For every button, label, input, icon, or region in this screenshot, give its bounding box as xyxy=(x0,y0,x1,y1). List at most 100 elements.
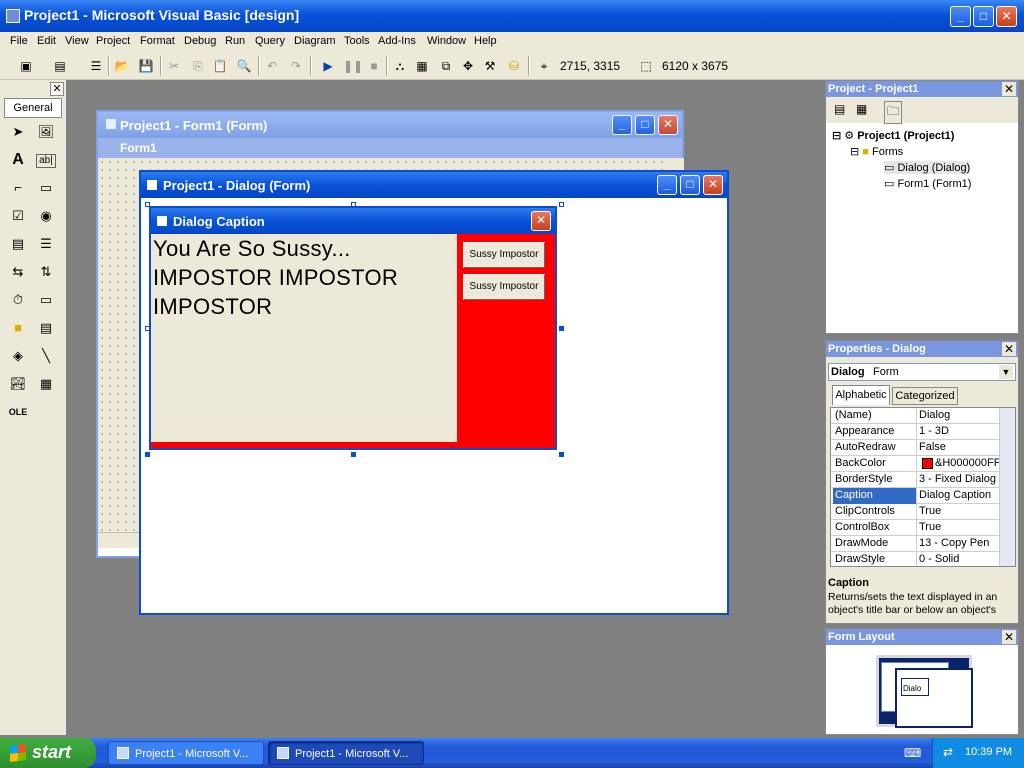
property-row[interactable]: Appearance 1 - 3D xyxy=(831,424,1015,440)
view-code-icon[interactable]: ▤ xyxy=(834,102,845,116)
property-grid-scrollbar[interactable] xyxy=(999,408,1015,566)
menu-help[interactable]: Help xyxy=(474,35,497,47)
object-browser-icon[interactable]: ✥ xyxy=(460,58,476,74)
property-row-selected[interactable]: Caption Dialog Caption xyxy=(831,488,1015,504)
end-icon[interactable]: ■ xyxy=(366,58,382,74)
open-project-icon[interactable]: 📂 xyxy=(114,58,130,74)
maximize-button[interactable]: □ xyxy=(973,6,994,27)
picturebox-tool-icon[interactable]: 🖼 xyxy=(36,122,56,142)
resize-handle[interactable] xyxy=(559,452,564,457)
resize-handle[interactable] xyxy=(145,326,150,331)
menu-format[interactable]: Format xyxy=(140,35,175,47)
tab-categorized[interactable]: Categorized xyxy=(892,387,958,405)
minimize-button[interactable]: _ xyxy=(950,6,971,27)
drivelistbox-tool-icon[interactable]: ▭ xyxy=(36,290,56,310)
menu-diagram[interactable]: Diagram xyxy=(294,35,336,47)
line-tool-icon[interactable]: ╲ xyxy=(36,346,56,366)
start-button[interactable]: start xyxy=(0,738,96,768)
frame-tool-icon[interactable]: ⌐ xyxy=(8,178,28,198)
tab-alphabetic[interactable]: Alphabetic xyxy=(832,385,890,405)
menu-edit[interactable]: Edit xyxy=(37,35,56,47)
vscrollbar-tool-icon[interactable]: ⇅ xyxy=(36,262,56,282)
project-tree-root[interactable]: ⊟ ⚙ Project1 (Project1) xyxy=(832,129,954,142)
paste-icon[interactable]: 📋 xyxy=(212,58,228,74)
menu-run[interactable]: Run xyxy=(225,35,245,47)
label-tool-icon[interactable]: A xyxy=(8,150,28,170)
project-tree-forms-folder[interactable]: ⊟ ■ Forms xyxy=(850,145,903,158)
resize-handle[interactable] xyxy=(145,452,150,457)
data-tool-icon[interactable]: ▦ xyxy=(36,374,56,394)
data-view-icon[interactable]: ⛁ xyxy=(506,58,522,74)
taskbar-item[interactable]: Project1 - Microsoft V... xyxy=(108,741,264,765)
resize-handle[interactable] xyxy=(559,202,564,207)
object-selector-dropdown[interactable]: Dialog Form ▼ xyxy=(828,363,1016,381)
toolbox-icon[interactable]: ⚒ xyxy=(482,58,498,74)
toolbox-close-icon[interactable]: ✕ xyxy=(50,82,64,96)
project-explorer-icon[interactable]: ⛬ xyxy=(392,58,408,74)
form1-close-button[interactable]: ✕ xyxy=(658,115,678,135)
view-object-icon[interactable]: ▦ xyxy=(856,102,867,116)
property-row[interactable]: AutoRedraw False xyxy=(831,440,1015,456)
menu-add-ins[interactable]: Add-Ins xyxy=(378,35,416,47)
dialog-designer-window[interactable]: Project1 - Dialog (Form) _ □ ✕ Dialog Ca… xyxy=(139,170,729,615)
optionbutton-tool-icon[interactable]: ◉ xyxy=(36,206,56,226)
resize-handle[interactable] xyxy=(351,452,356,457)
sussy-impostor-button-2[interactable]: Sussy Impostor xyxy=(463,274,545,300)
dialog-form-close-button[interactable]: ✕ xyxy=(531,211,551,231)
network-icon[interactable]: ⇄ xyxy=(943,745,953,759)
undo-icon[interactable]: ↶ xyxy=(264,58,280,74)
combobox-tool-icon[interactable]: ▤ xyxy=(8,234,28,254)
toggle-folders-icon[interactable]: 🗀 xyxy=(884,101,903,124)
menu-query[interactable]: Query xyxy=(255,35,285,47)
find-icon[interactable]: 🔍 xyxy=(236,58,252,74)
dialog-close-button[interactable]: ✕ xyxy=(703,175,723,195)
property-row[interactable]: ControlBox True xyxy=(831,520,1015,536)
property-row[interactable]: ClipControls True xyxy=(831,504,1015,520)
filelistbox-tool-icon[interactable]: ▤ xyxy=(36,318,56,338)
add-project-icon[interactable]: ▣ xyxy=(18,58,34,74)
menu-window[interactable]: Window xyxy=(427,35,466,47)
cut-icon[interactable]: ✂ xyxy=(166,58,182,74)
property-row[interactable]: BackColor &H000000FF xyxy=(831,456,1015,472)
form-layout-close-icon[interactable]: ✕ xyxy=(1002,630,1016,644)
start-icon[interactable]: ▶ xyxy=(320,58,336,74)
redo-icon[interactable]: ↷ xyxy=(288,58,304,74)
menu-debug[interactable]: Debug xyxy=(184,35,216,47)
timer-tool-icon[interactable]: ⏱ xyxy=(8,290,28,310)
shape-tool-icon[interactable]: ◈ xyxy=(8,346,28,366)
property-row[interactable]: (Name) Dialog xyxy=(831,408,1015,424)
resize-handle[interactable] xyxy=(351,202,356,207)
form1-minimize-button[interactable]: _ xyxy=(612,115,632,135)
sussy-impostor-button-1[interactable]: Sussy Impostor xyxy=(463,242,545,268)
resize-handle[interactable] xyxy=(145,202,150,207)
menu-file[interactable]: File xyxy=(10,35,28,47)
property-row[interactable]: DrawStyle 0 - Solid xyxy=(831,552,1015,566)
form-layout-icon[interactable]: ⧉ xyxy=(438,58,454,74)
menu-project[interactable]: Project xyxy=(96,35,130,47)
textbox-tool-icon[interactable]: ab| xyxy=(36,154,56,168)
break-icon[interactable]: ❚❚ xyxy=(343,58,363,74)
project-explorer-close-icon[interactable]: ✕ xyxy=(1002,82,1016,96)
ole-tool-icon[interactable]: OLE xyxy=(8,402,28,422)
pointer-tool-icon[interactable]: ➤ xyxy=(8,122,28,142)
add-form-icon[interactable]: ▤ xyxy=(52,58,68,74)
menu-view[interactable]: View xyxy=(65,35,89,47)
dialog-minimize-button[interactable]: _ xyxy=(657,175,677,195)
commandbutton-tool-icon[interactable]: ▭ xyxy=(36,178,56,198)
checkbox-tool-icon[interactable]: ☑ xyxy=(8,206,28,226)
menu-tools[interactable]: Tools xyxy=(344,35,370,47)
copy-icon[interactable]: ⎘ xyxy=(190,58,206,74)
taskbar-item-active[interactable]: Project1 - Microsoft V... xyxy=(268,741,424,765)
keyboard-icon[interactable]: ⌨ xyxy=(904,746,921,760)
toolbox-tab-general[interactable]: General xyxy=(4,98,62,118)
save-project-icon[interactable]: 💾 xyxy=(138,58,154,74)
chevron-down-icon[interactable]: ▼ xyxy=(999,365,1013,379)
properties-window-icon[interactable]: ▦ xyxy=(414,58,430,74)
project-tree-item-dialog[interactable]: ▭ Dialog (Dialog) xyxy=(884,161,971,174)
dialog-form[interactable]: Dialog Caption ✕ You Are So Sussy... IMP… xyxy=(149,206,557,450)
menu-editor-icon[interactable]: ☰ xyxy=(88,58,104,74)
form1-maximize-button[interactable]: □ xyxy=(635,115,655,135)
clock[interactable]: 10:39 PM xyxy=(965,746,1012,758)
resize-handle[interactable] xyxy=(559,326,564,331)
property-row[interactable]: BorderStyle 3 - Fixed Dialog xyxy=(831,472,1015,488)
